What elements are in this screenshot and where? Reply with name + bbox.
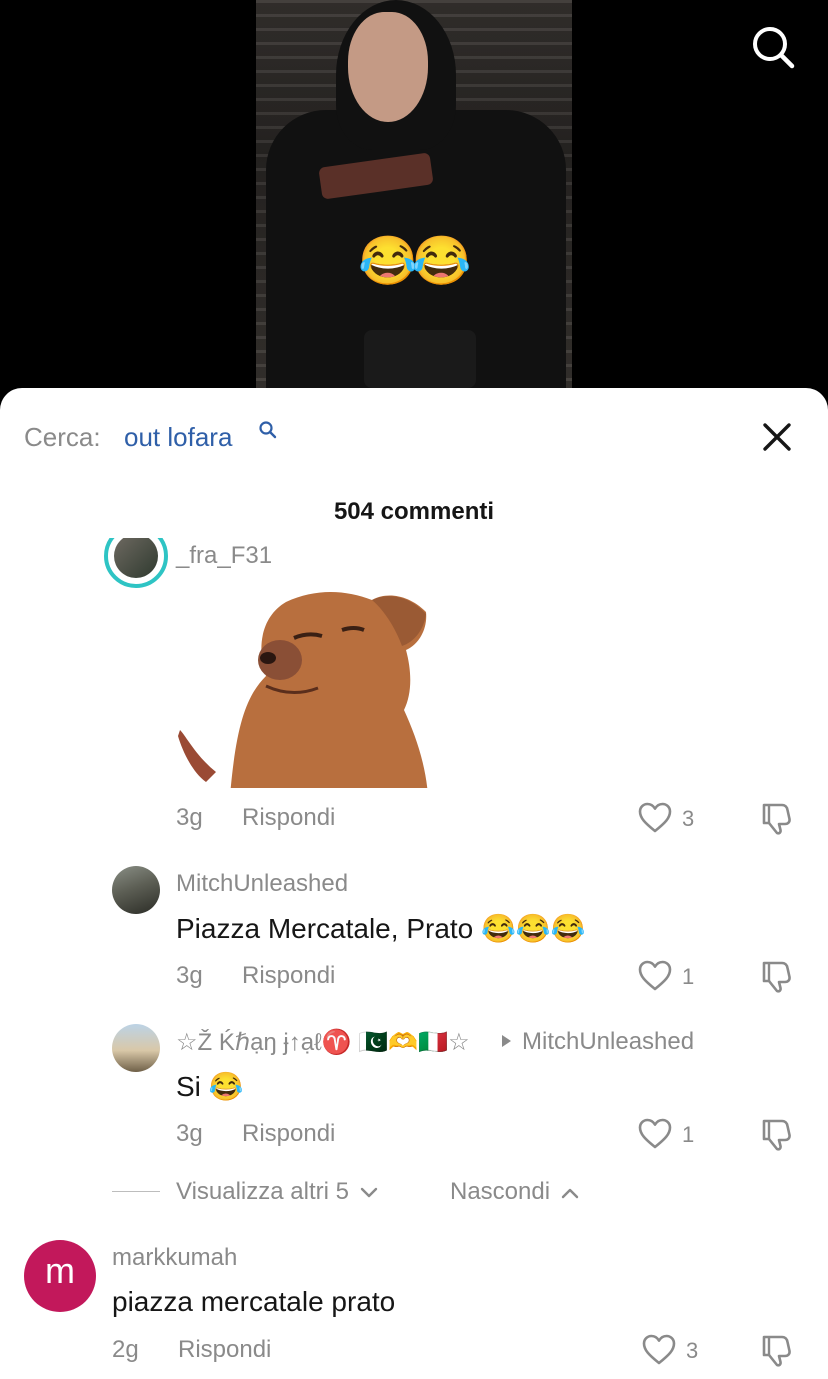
comment-time: 3g xyxy=(176,962,203,989)
reply-arrow-icon xyxy=(502,1035,511,1047)
comment-text: piazza mercatale prato xyxy=(112,1286,396,1317)
overlay-emoji: 😂😂 xyxy=(358,235,472,288)
show-more-replies-button[interactable]: Visualizza altri 5 xyxy=(176,1178,378,1206)
handbag xyxy=(364,330,476,388)
dislike-icon[interactable] xyxy=(758,958,794,994)
avatar[interactable] xyxy=(112,1024,160,1072)
reply-button[interactable]: Rispondi xyxy=(242,804,335,832)
comment-username[interactable]: MitchUnleashed xyxy=(176,870,348,898)
comment-username[interactable]: ☆Ž Ḱℏạŋ ɉ↑ạℓ♈ 🇵🇰🫶🇮🇹☆ xyxy=(176,1028,486,1057)
like-count: 3 xyxy=(682,806,695,831)
dislike-icon[interactable] xyxy=(758,1332,794,1368)
like-count: 1 xyxy=(682,964,695,989)
heart-icon[interactable] xyxy=(641,1332,677,1368)
search-suggestion-link[interactable]: out lofara xyxy=(124,422,232,453)
comments-sheet: Cerca: out lofara 504 commenti _fra_F31 xyxy=(0,388,828,1379)
chevron-up-icon xyxy=(561,1188,578,1198)
heart-icon[interactable] xyxy=(637,958,673,994)
like-count: 1 xyxy=(682,1122,695,1147)
comment-text: Si 😂 xyxy=(176,1071,244,1102)
search-icon[interactable] xyxy=(744,20,800,76)
show-more-label: Visualizza altri 5 xyxy=(176,1178,349,1205)
chevron-down-icon xyxy=(360,1187,377,1197)
video-frame: 😂😂 xyxy=(256,0,572,388)
heart-icon[interactable] xyxy=(637,1116,673,1152)
chihuahua-sticker xyxy=(178,592,428,788)
comment-count: 504 commenti xyxy=(333,498,495,525)
comment-time: 3g xyxy=(176,804,203,831)
close-icon[interactable] xyxy=(754,414,800,460)
reply-button[interactable]: Rispondi xyxy=(178,1336,271,1364)
sheet-header: Cerca: out lofara xyxy=(0,388,828,488)
person-face xyxy=(348,12,428,122)
reply-button[interactable]: Rispondi xyxy=(242,1120,335,1148)
comment-time: 2g xyxy=(112,1336,139,1363)
search-prefix: Cerca: xyxy=(24,422,101,452)
hide-label: Nascondi xyxy=(450,1178,551,1205)
comment-text: Piazza Mercatale, Prato 😂😂😂 xyxy=(176,913,586,944)
avatar[interactable]: m xyxy=(24,1240,96,1312)
reply-button[interactable]: Rispondi xyxy=(242,962,335,990)
avatar[interactable] xyxy=(104,538,168,588)
avatar-letter: m xyxy=(45,1250,75,1291)
video-player[interactable]: 😂😂 xyxy=(0,0,828,400)
like-count: 3 xyxy=(686,1338,699,1363)
dislike-icon[interactable] xyxy=(758,800,794,836)
search-small-icon[interactable] xyxy=(258,420,278,440)
comment-list[interactable]: _fra_F31 3g Rispondi 3 MitchUnleashed Pi… xyxy=(0,538,828,1379)
reply-to-username[interactable]: MitchUnleashed xyxy=(522,1028,694,1056)
comment-username[interactable]: _fra_F31 xyxy=(176,542,272,570)
comment-time: 3g xyxy=(176,1120,203,1147)
avatar[interactable] xyxy=(112,866,160,914)
thread-divider xyxy=(112,1191,160,1192)
comment-username[interactable]: markkumah xyxy=(112,1244,237,1272)
hide-replies-button[interactable]: Nascondi xyxy=(450,1178,579,1206)
heart-icon[interactable] xyxy=(637,800,673,836)
dislike-icon[interactable] xyxy=(758,1116,794,1152)
